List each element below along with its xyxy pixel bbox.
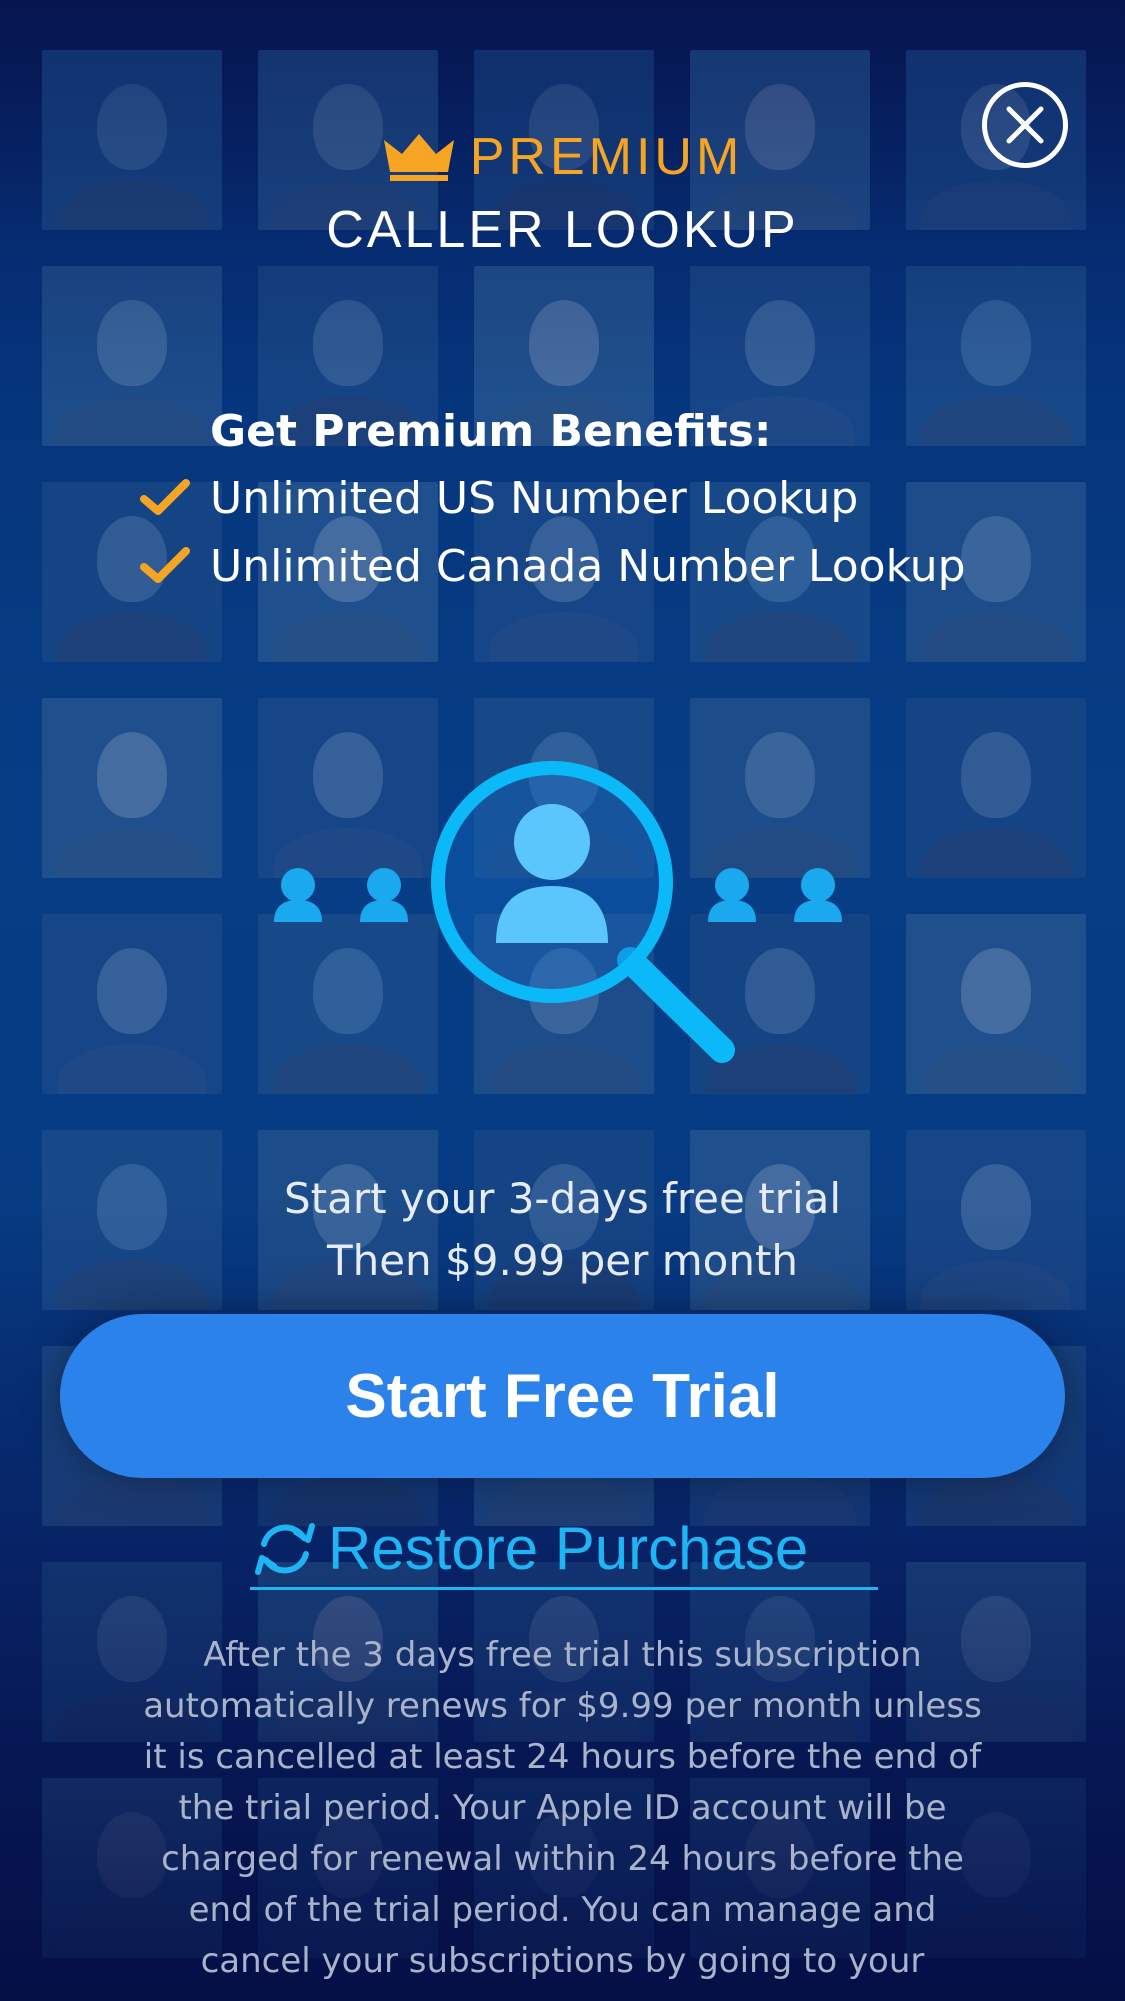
magnifier-person-search-icon (274, 761, 842, 1063)
refresh-icon (255, 1522, 315, 1575)
price-text: Then $9.99 per month (326, 1236, 799, 1285)
premium-label: PREMIUM (469, 128, 744, 186)
start-free-trial-button[interactable]: Start Free Trial (60, 1314, 1065, 1478)
benefits-list: Get Premium Benefits: Unlimited US Numbe… (135, 400, 966, 600)
restore-purchase-link[interactable]: Restore Purchase (250, 1510, 878, 1590)
checkmark-icon (135, 479, 195, 517)
premium-paywall-screen: PREMIUM CALLER LOOKUP Get Premium Benefi… (0, 0, 1125, 2001)
app-title: CALLER LOOKUP (326, 201, 799, 259)
checkmark-icon (135, 547, 195, 585)
premium-row: PREMIUM (0, 126, 1125, 188)
restore-purchase-label: Restore Purchase (328, 1515, 809, 1582)
crown-icon (383, 134, 454, 181)
subscription-terms: After the 3 days free trial this subscri… (143, 1635, 982, 1981)
benefits-heading: Get Premium Benefits: (210, 406, 772, 457)
brand-header: PREMIUM CALLER LOOKUP (0, 126, 1125, 260)
pricing-info: Start your 3-days free trial Then $9.99 … (0, 1168, 1125, 1292)
benefit-label: Unlimited Canada Number Lookup (210, 540, 966, 592)
benefit-item: Unlimited Canada Number Lookup (135, 532, 966, 600)
benefit-item: Unlimited US Number Lookup (135, 464, 966, 532)
trial-duration-text: Start your 3-days free trial (283, 1174, 842, 1223)
benefit-label: Unlimited US Number Lookup (210, 472, 859, 524)
